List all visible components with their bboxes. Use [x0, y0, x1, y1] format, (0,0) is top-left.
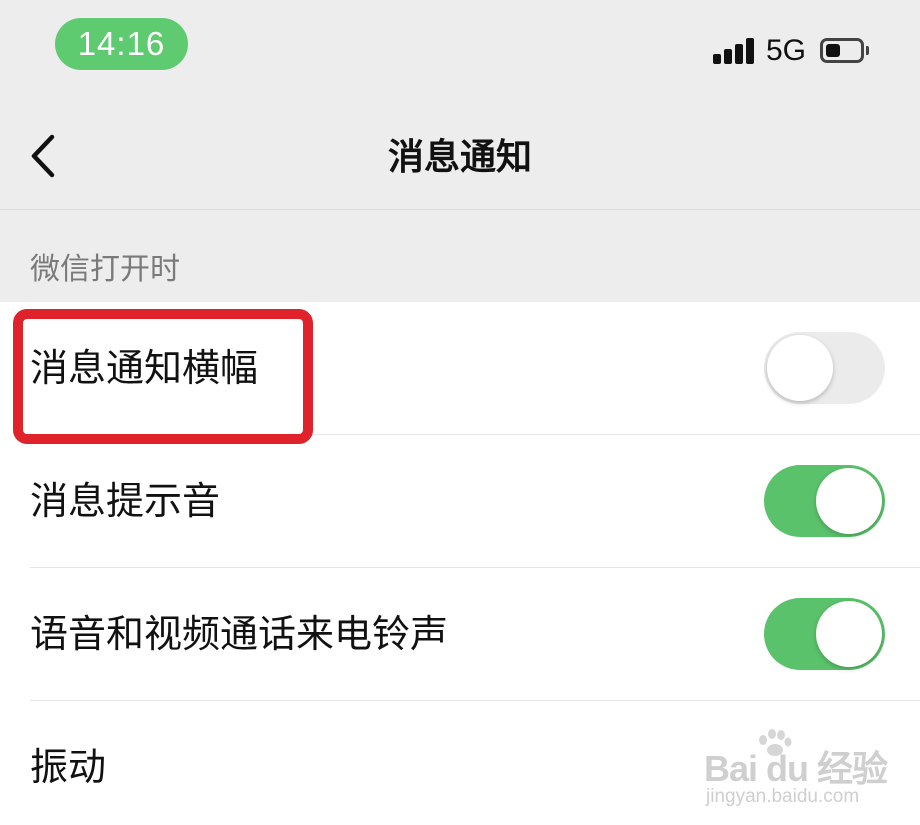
back-button[interactable]: [20, 125, 70, 185]
status-bar: 14:16 5G: [0, 0, 920, 95]
screen: 14:16 5G 消息通知 微信打开时 消息通知横幅 消息提示音 语音和视频通话…: [0, 0, 920, 825]
settings-list: 消息通知横幅 消息提示音 语音和视频通话来电铃声 振动: [0, 302, 920, 825]
section-header: 微信打开时: [30, 252, 180, 287]
setting-row-call-ringtone[interactable]: 语音和视频通话来电铃声: [0, 568, 920, 701]
setting-row-vibration[interactable]: 振动: [0, 701, 920, 825]
battery-level: [826, 44, 840, 57]
call-ringtone-toggle[interactable]: [764, 598, 885, 670]
setting-row-message-sound[interactable]: 消息提示音: [0, 435, 920, 568]
signal-strength-icon: [713, 38, 757, 64]
setting-label: 振动: [30, 745, 107, 789]
network-type: 5G: [766, 34, 807, 67]
page-title: 消息通知: [387, 137, 532, 178]
chevron-left-icon: [31, 134, 55, 178]
setting-label: 语音和视频通话来电铃声: [30, 612, 449, 656]
battery-icon: [820, 38, 869, 63]
toggle-knob: [767, 335, 833, 401]
toggle-knob: [816, 468, 882, 534]
message-sound-toggle[interactable]: [764, 465, 885, 537]
notification-banner-toggle[interactable]: [764, 332, 885, 404]
setting-row-notification-banner[interactable]: 消息通知横幅: [0, 302, 920, 435]
toggle-knob: [816, 601, 882, 667]
setting-label: 消息通知横幅: [30, 346, 259, 390]
status-time: 14:16: [55, 18, 188, 70]
setting-label: 消息提示音: [30, 479, 221, 523]
nav-bar: 消息通知: [0, 95, 920, 210]
